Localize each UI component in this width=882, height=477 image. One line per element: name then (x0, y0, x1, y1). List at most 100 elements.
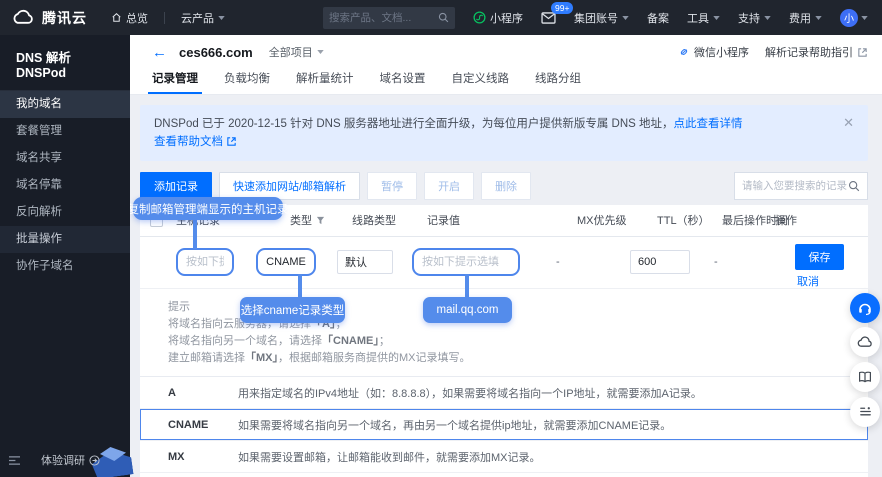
pause-button[interactable]: 暂停 (367, 172, 417, 200)
global-search[interactable] (323, 7, 455, 29)
project-selector[interactable]: 全部项目 (269, 44, 324, 60)
message-count-badge: 99+ (551, 2, 573, 14)
fab-documentation[interactable] (850, 362, 880, 392)
nav-group-account[interactable]: 集团账号 (574, 10, 629, 26)
page-header: ← ces666.com 全部项目 微信小程序 解析记录帮助指引 (130, 35, 882, 65)
column-header-mx: MX优先级 (577, 205, 627, 237)
close-icon[interactable]: ✕ (843, 114, 854, 132)
sidebar-item-batch-operations[interactable]: 批量操作 (0, 226, 130, 253)
guide-connector (298, 274, 302, 298)
add-record-button[interactable]: 添加记录 (140, 172, 212, 200)
record-type-row-txt[interactable]: TXT在这里可以填写任何东西，长度限制255。绝大多数的TXT记录是用来做SPF… (140, 473, 868, 477)
nav-mini-program[interactable]: 小程序 (473, 10, 523, 26)
tencent-cloud-logo[interactable]: 腾讯云 (10, 8, 87, 28)
chevron-down-icon (317, 50, 324, 54)
sidebar-item-reverse-dns[interactable]: 反向解析 (0, 199, 130, 226)
sidebar-item-domain-parking[interactable]: 域名停靠 (0, 172, 130, 199)
tab-load-balancing[interactable]: 负载均衡 (224, 65, 270, 94)
chevron-down-icon (764, 16, 771, 20)
wechat-mini-program-link[interactable]: 微信小程序 (678, 44, 749, 60)
sidebar-item-plan-management[interactable]: 套餐管理 (0, 118, 130, 145)
help-guide-link[interactable]: 解析记录帮助指引 (765, 44, 868, 60)
record-type-row-cname[interactable]: CNAME如果需要将域名指向另一个域名，再由另一个域名提供ip地址，就需要添加C… (140, 409, 868, 441)
collapse-sidebar-icon[interactable] (8, 454, 21, 466)
cloud-icon (857, 333, 873, 351)
guide-tooltip-host: 复制邮箱管理端显示的主机记录 (133, 197, 283, 220)
quick-add-button[interactable]: 快速添加网站/邮箱解析 (219, 172, 360, 200)
chevron-down-icon (861, 16, 868, 20)
ttl-input[interactable] (630, 250, 690, 274)
external-link-icon (857, 46, 868, 58)
tab-custom-lines[interactable]: 自定义线路 (452, 65, 510, 94)
content-area: DNSPod 已于 2020-12-15 针对 DNS 服务器地址进行全面升级，… (130, 95, 882, 477)
sidebar-item-domain-sharing[interactable]: 域名共享 (0, 145, 130, 172)
record-type-description: 如果需要将域名指向另一个域名，再由另一个域名提供ip地址，就需要添加CNAME记… (238, 417, 671, 433)
record-type-row-a[interactable]: A用来指定域名的IPv4地址（如：8.8.8.8），如果需要将域名指向一个IP地… (140, 377, 868, 409)
search-icon[interactable] (438, 12, 449, 24)
chevron-down-icon (815, 16, 822, 20)
back-button[interactable]: ← (152, 45, 167, 60)
banner-line-2: 查看帮助文档 (154, 133, 854, 151)
cancel-button[interactable]: 取消 (797, 273, 819, 289)
record-type-help-rows: A用来指定域名的IPv4地址（如：8.8.8.8），如果需要将域名指向一个IP地… (140, 377, 868, 477)
nav-billing-label: 费用 (789, 10, 811, 26)
record-value-input[interactable] (412, 248, 520, 276)
chevron-down-icon (218, 16, 225, 20)
host-record-input[interactable] (176, 248, 234, 276)
hint-line-3: 建立邮箱请选择「MX」，根据邮箱服务商提供的MX记录填写。 (168, 350, 868, 367)
nav-tools[interactable]: 工具 (687, 10, 720, 26)
tab-bar: 记录管理负载均衡解析量统计域名设置自定义线路线路分组 (130, 65, 882, 95)
record-search-input[interactable] (742, 180, 848, 192)
enable-button[interactable]: 开启 (424, 172, 474, 200)
fab-customer-service[interactable] (850, 293, 880, 323)
tab-line-groups[interactable]: 线路分组 (535, 65, 581, 94)
sidebar: DNS 解析 DNSPod 我的域名套餐管理域名共享域名停靠反向解析批量操作协作… (0, 35, 130, 477)
nav-group-account-label: 集团账号 (574, 10, 618, 26)
nav-billing[interactable]: 费用 (789, 10, 822, 26)
user-avatar[interactable]: 小 (840, 9, 858, 27)
help-guide-label: 解析记录帮助指引 (765, 44, 853, 60)
column-header-ttl-label: TTL（秒） (657, 215, 710, 227)
nav-icp-filing[interactable]: 备案 (647, 10, 669, 26)
external-link-icon (226, 136, 237, 148)
home-icon (111, 12, 122, 24)
nav-support[interactable]: 支持 (738, 10, 771, 26)
record-type-select[interactable] (256, 248, 316, 276)
arrow-circle-icon (89, 454, 100, 466)
save-button[interactable]: 保存 (795, 244, 844, 270)
topbar-nav-links: 集团账号 备案 工具 支持 费用 (574, 10, 822, 26)
project-selector-label: 全部项目 (269, 44, 313, 60)
tab-domain-settings[interactable]: 域名设置 (380, 65, 426, 94)
sidebar-item-my-domains[interactable]: 我的域名 (0, 91, 130, 118)
cloud-logo-icon (10, 9, 36, 26)
mini-program-icon (473, 11, 486, 24)
column-header-value-label: 记录值 (427, 215, 460, 227)
nav-products[interactable]: 云产品 (181, 10, 225, 26)
fab-cloud-shortcut[interactable] (850, 327, 880, 357)
nav-products-label: 云产品 (181, 10, 214, 26)
banner-doc-link[interactable]: 查看帮助文档 (154, 136, 223, 148)
tab-resolution-stats[interactable]: 解析量统计 (296, 65, 354, 94)
domain-title: ces666.com (179, 45, 253, 60)
sidebar-title: DNS 解析 DNSPod (0, 35, 130, 90)
upgrade-notice-banner: DNSPod 已于 2020-12-15 针对 DNS 服务器地址进行全面升级，… (140, 105, 868, 161)
chevron-down-icon (622, 16, 629, 20)
record-search[interactable] (734, 172, 868, 200)
fab-feedback-survey[interactable] (850, 397, 880, 427)
tab-record-management[interactable]: 记录管理 (152, 65, 198, 94)
record-type-row-mx[interactable]: MX如果需要设置邮箱，让邮箱能收到邮件，就需要添加MX记录。 (140, 441, 868, 473)
nav-overview[interactable]: 总览 (111, 10, 148, 26)
delete-button[interactable]: 删除 (481, 172, 531, 200)
survey-link[interactable]: 体验调研 (41, 452, 100, 468)
line-type-select[interactable] (337, 250, 393, 274)
filter-funnel-icon[interactable] (312, 215, 325, 227)
guide-connector (193, 219, 197, 249)
nav-messages[interactable]: 99+ (541, 11, 556, 23)
search-icon[interactable] (848, 177, 860, 195)
nav-support-label: 支持 (738, 10, 760, 26)
survey-link-label: 体验调研 (41, 452, 85, 468)
column-header-line-label: 线路类型 (352, 215, 396, 227)
sidebar-item-collaborative-subdomains[interactable]: 协作子域名 (0, 253, 130, 280)
banner-detail-link[interactable]: 点此查看详情 (674, 118, 743, 130)
global-search-input[interactable] (329, 12, 438, 24)
